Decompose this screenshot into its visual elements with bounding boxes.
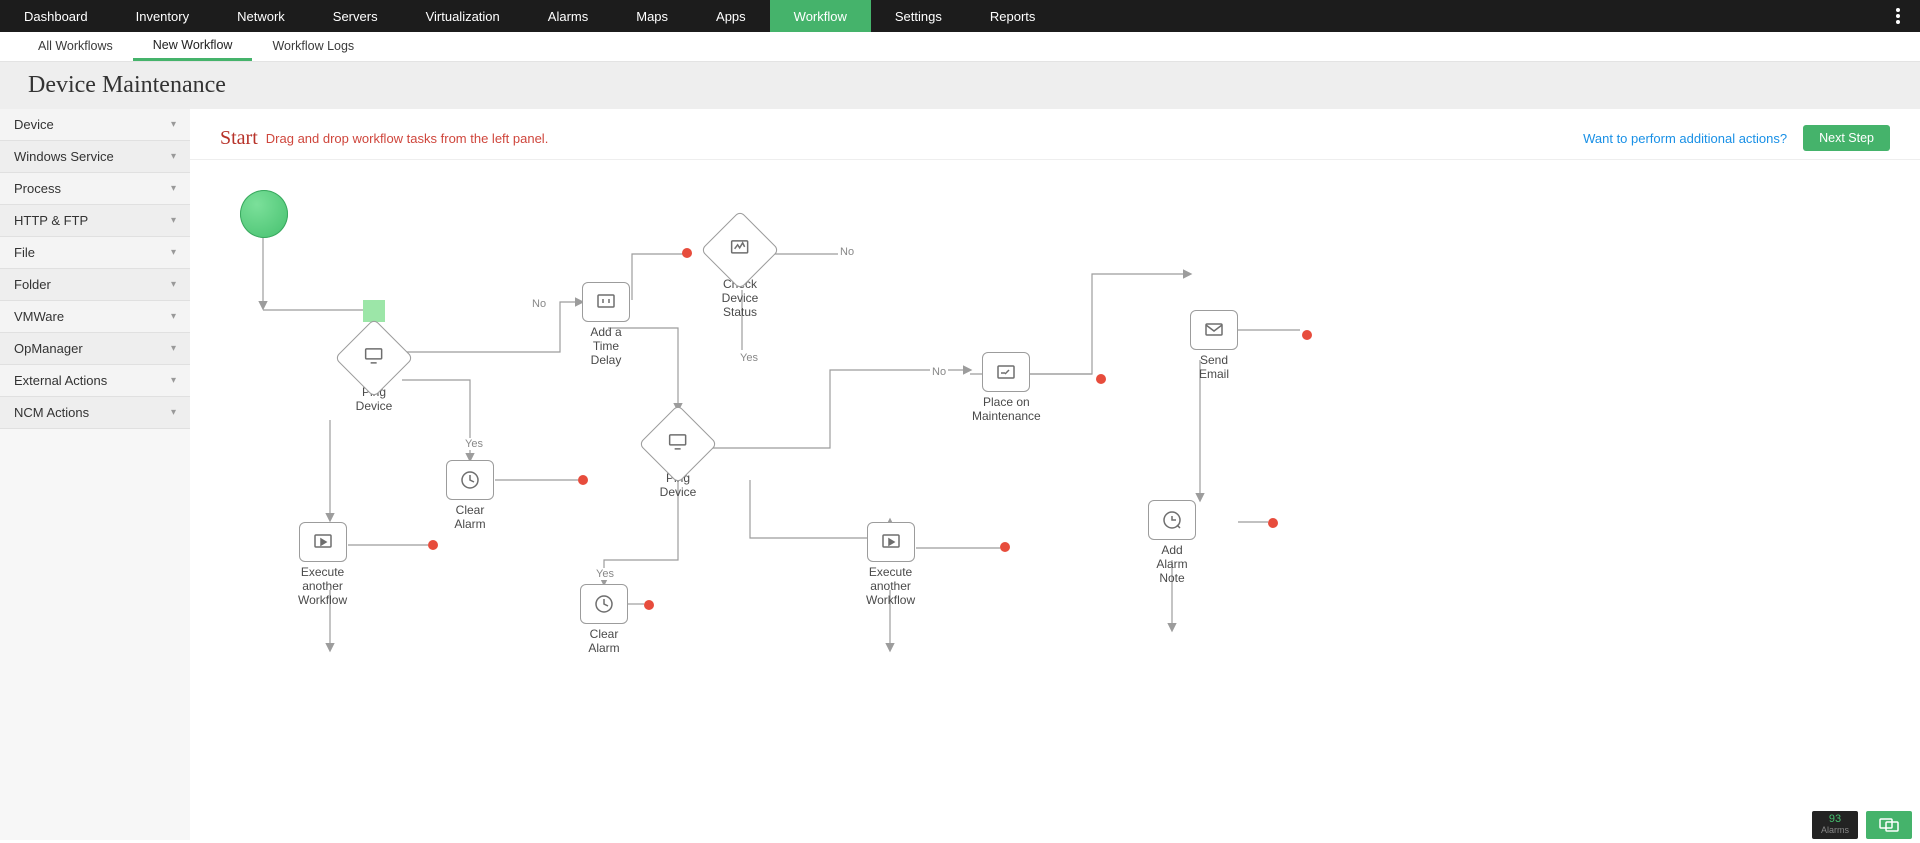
edge-label-no: No: [530, 298, 548, 310]
nav-virtualization[interactable]: Virtualization: [402, 0, 524, 32]
node-clear-alarm[interactable]: ClearAlarm: [446, 460, 494, 532]
chevron-down-icon: ▾: [171, 279, 176, 290]
cat-label: File: [14, 245, 35, 260]
end-dot: [1302, 330, 1312, 340]
nav-network[interactable]: Network: [213, 0, 309, 32]
cat-label: Device: [14, 117, 54, 132]
next-step-button[interactable]: Next Step: [1803, 125, 1890, 151]
node-label: AddAlarmNote: [1148, 544, 1196, 585]
node-check-device-status[interactable]: CheckDeviceStatus: [712, 222, 768, 319]
cat-ncm-actions[interactable]: NCM Actions ▾: [0, 397, 190, 429]
cat-folder[interactable]: Folder ▾: [0, 269, 190, 301]
drop-target-highlight: [363, 300, 385, 322]
chat-icon[interactable]: [1866, 811, 1912, 839]
node-ping-device[interactable]: PingDevice: [346, 330, 402, 414]
tab-all-workflows[interactable]: All Workflows: [18, 31, 133, 61]
end-dot: [1268, 518, 1278, 528]
cat-file[interactable]: File ▾: [0, 237, 190, 269]
page-title: Device Maintenance: [0, 62, 1920, 109]
node-ping-device-2[interactable]: PingDevice: [650, 416, 706, 500]
nav-settings[interactable]: Settings: [871, 0, 966, 32]
node-send-email[interactable]: SendEmail: [1190, 310, 1238, 382]
node-execute-workflow[interactable]: ExecuteanotherWorkflow: [298, 522, 347, 607]
additional-actions-link[interactable]: Want to perform additional actions?: [1583, 131, 1787, 146]
end-dot: [644, 600, 654, 610]
node-execute-workflow-2[interactable]: ExecuteanotherWorkflow: [866, 522, 915, 607]
node-add-alarm-note[interactable]: AddAlarmNote: [1148, 500, 1196, 585]
cat-label: External Actions: [14, 373, 107, 388]
alarms-count: 93: [1829, 813, 1841, 825]
cat-label: Process: [14, 181, 61, 196]
chevron-down-icon: ▾: [171, 311, 176, 322]
chevron-down-icon: ▾: [171, 215, 176, 226]
edge-label-no: No: [838, 246, 856, 258]
cat-label: OpManager: [14, 341, 83, 356]
chevron-down-icon: ▾: [171, 343, 176, 354]
edge-label-yes: Yes: [463, 438, 485, 450]
top-nav: Dashboard Inventory Network Servers Virt…: [0, 0, 1920, 32]
tab-workflow-logs[interactable]: Workflow Logs: [252, 31, 374, 61]
canvas-header: Start Drag and drop workflow tasks from …: [190, 109, 1920, 160]
end-dot: [682, 248, 692, 258]
edge-label-yes: Yes: [594, 568, 616, 580]
cat-device[interactable]: Device ▾: [0, 109, 190, 141]
node-label: ClearAlarm: [446, 504, 494, 532]
start-hint: Drag and drop workflow tasks from the le…: [266, 131, 549, 146]
tab-new-workflow[interactable]: New Workflow: [133, 31, 253, 61]
task-palette: Device ▾ Windows Service ▾ Process ▾ HTTP &…: [0, 109, 190, 840]
cat-http-ftp[interactable]: HTTP & FTP ▾: [0, 205, 190, 237]
workflow-canvas[interactable]: No Yes No Yes No Yes PingDevice ClearAla…: [190, 160, 1920, 800]
nav-maps[interactable]: Maps: [612, 0, 692, 32]
nav-alarms[interactable]: Alarms: [524, 0, 612, 32]
nav-dashboard[interactable]: Dashboard: [0, 0, 112, 32]
chevron-down-icon: ▾: [171, 375, 176, 386]
node-label: ExecuteanotherWorkflow: [866, 566, 915, 607]
workflow-subtabs: All Workflows New Workflow Workflow Logs: [0, 32, 1920, 62]
workflow-canvas-area: Start Drag and drop workflow tasks from …: [190, 109, 1920, 840]
nav-servers[interactable]: Servers: [309, 0, 402, 32]
nav-inventory[interactable]: Inventory: [112, 0, 213, 32]
node-label: ExecuteanotherWorkflow: [298, 566, 347, 607]
chevron-down-icon: ▾: [171, 407, 176, 418]
chevron-down-icon: ▾: [171, 247, 176, 258]
cat-vmware[interactable]: VMWare ▾: [0, 301, 190, 333]
chevron-down-icon: ▾: [171, 151, 176, 162]
chevron-down-icon: ▾: [171, 119, 176, 130]
nav-reports[interactable]: Reports: [966, 0, 1060, 32]
cat-label: HTTP & FTP: [14, 213, 88, 228]
cat-external-actions[interactable]: External Actions ▾: [0, 365, 190, 397]
alarms-label: Alarms: [1812, 825, 1858, 835]
cat-label: VMWare: [14, 309, 64, 324]
start-node[interactable]: [240, 190, 288, 238]
end-dot: [428, 540, 438, 550]
node-place-on-maintenance[interactable]: Place onMaintenance: [972, 352, 1041, 424]
cat-windows-service[interactable]: Windows Service ▾: [0, 141, 190, 173]
cat-label: NCM Actions: [14, 405, 89, 420]
status-bar: 93 Alarms: [1812, 811, 1912, 839]
end-dot: [1000, 542, 1010, 552]
node-time-delay[interactable]: Add aTimeDelay: [582, 282, 630, 367]
start-title: Start: [220, 127, 258, 150]
flow-connectors: [190, 160, 1590, 800]
end-dot: [1096, 374, 1106, 384]
node-clear-alarm-2[interactable]: ClearAlarm: [580, 584, 628, 656]
edge-label-yes: Yes: [738, 352, 760, 364]
edge-label-no: No: [930, 366, 948, 378]
node-label: Place onMaintenance: [972, 396, 1041, 424]
cat-label: Windows Service: [14, 149, 114, 164]
node-label: SendEmail: [1190, 354, 1238, 382]
alarms-counter[interactable]: 93 Alarms: [1812, 811, 1858, 839]
cat-label: Folder: [14, 277, 51, 292]
cat-process[interactable]: Process ▾: [0, 173, 190, 205]
more-menu-icon[interactable]: [1888, 0, 1908, 32]
nav-workflow[interactable]: Workflow: [770, 0, 871, 32]
end-dot: [578, 475, 588, 485]
nav-apps[interactable]: Apps: [692, 0, 770, 32]
node-label: Add aTimeDelay: [582, 326, 630, 367]
cat-opmanager[interactable]: OpManager ▾: [0, 333, 190, 365]
chevron-down-icon: ▾: [171, 183, 176, 194]
node-label: ClearAlarm: [580, 628, 628, 656]
